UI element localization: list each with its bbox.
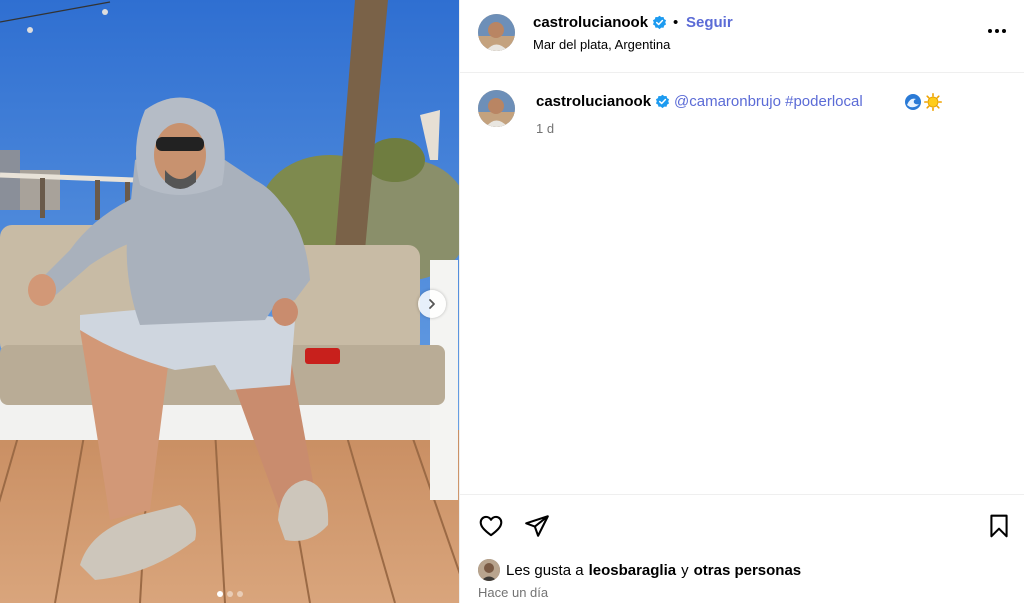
caption-author-username[interactable]: castrolucianook [536,93,651,110]
avatar-image [478,14,515,51]
avatar-image [478,559,500,581]
heart-icon[interactable] [478,513,504,539]
caption-hashtag-link[interactable]: #poderlocal [785,93,863,110]
next-photo-button[interactable] [418,290,446,318]
carousel-dot-3 [236,591,243,597]
caption-mention-link[interactable]: @camaronbrujo [674,93,781,110]
wave-emoji [905,94,921,110]
post-actions: Les gusta a leosbaraglia y otras persona… [460,494,1024,603]
more-options-icon[interactable] [988,26,1008,36]
likes-prefix: Les gusta a [506,561,584,579]
likes-others-link[interactable]: otras personas [694,562,802,579]
more-dot [995,29,999,33]
photo-scene [0,0,459,603]
likes-summary: Les gusta a leosbaraglia y otras persona… [478,558,801,582]
carousel-dot-1 [216,591,223,597]
verified-badge-icon [652,15,667,30]
verified-badge-icon [655,94,670,109]
caption-text: @camaronbrujo #poderlocal [674,93,863,110]
author-avatar[interactable] [478,14,515,51]
post-location[interactable]: Mar del plata, Argentina [533,37,670,52]
more-dot [988,29,992,33]
follow-button[interactable]: Seguir [686,14,733,31]
post-timestamp: Hace un día [478,585,549,600]
author-username[interactable]: castrolucianook [533,14,648,31]
carousel-dot-2 [226,591,233,597]
post-side-panel: castrolucianook • Seguir Mar del plata, … [459,0,1024,603]
share-icon[interactable] [524,513,550,539]
bookmark-icon[interactable] [986,513,1012,539]
instagram-post: castrolucianook • Seguir Mar del plata, … [0,0,1024,603]
carousel-indicator [0,591,459,597]
liker-avatar[interactable] [478,559,500,581]
caption-author-avatar[interactable] [478,90,515,127]
separator-dot: • [673,14,679,31]
likes-connector: y [681,561,689,579]
sun-emoji [924,93,942,111]
caption-timestamp[interactable]: 1 d [536,121,554,136]
post-photo[interactable] [0,0,459,603]
avatar-image [478,90,515,127]
post-header: castrolucianook • Seguir Mar del plata, … [460,0,1024,73]
more-dot [1002,29,1006,33]
chevron-right-icon [429,299,435,309]
liker-username[interactable]: leosbaraglia [589,562,677,579]
